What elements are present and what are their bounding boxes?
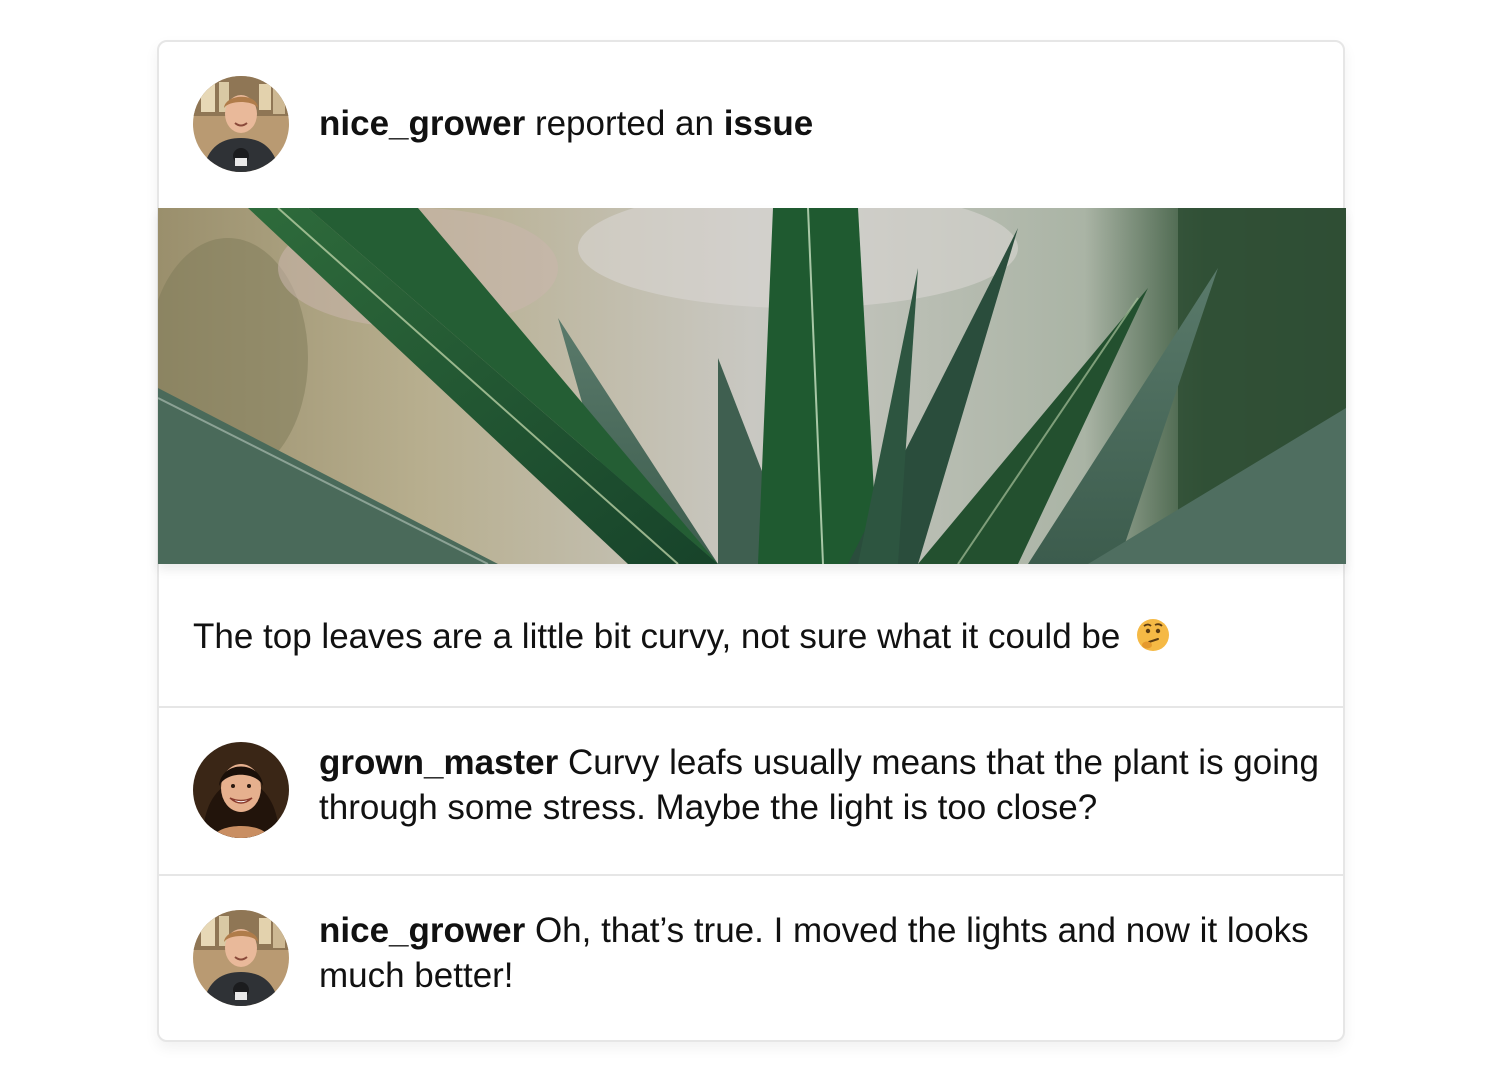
comment-text: grown_master Curvy leafs usually means t…	[319, 740, 1319, 830]
post-object-text[interactable]: issue	[724, 104, 814, 143]
cannabis-leaf-photo	[158, 208, 1346, 564]
comment: nice_grower Oh, that’s true. I moved the…	[159, 876, 1343, 1042]
post-header: nice_grower reported an issue	[159, 42, 1343, 208]
post-author[interactable]: nice_grower	[319, 104, 525, 143]
post-action-text: reported an	[534, 104, 714, 143]
thinking-face-icon	[1137, 619, 1170, 651]
comment-author[interactable]: nice_grower	[319, 911, 525, 950]
avatar[interactable]	[193, 742, 289, 838]
post-body-text: The top leaves are a little bit curvy, n…	[193, 617, 1121, 656]
post-photo[interactable]	[158, 208, 1346, 564]
post-headline: nice_grower reported an issue	[319, 102, 813, 146]
comment: grown_master Curvy leafs usually means t…	[159, 708, 1343, 874]
comment-text: nice_grower Oh, that’s true. I moved the…	[319, 908, 1319, 998]
avatar-nice-grower-image	[193, 910, 289, 1006]
avatar-nice-grower-image	[193, 76, 289, 172]
issue-card: nice_grower reported an issue The top le…	[157, 40, 1346, 1042]
avatar-grown-master-image	[193, 742, 289, 838]
avatar[interactable]	[193, 910, 289, 1006]
avatar[interactable]	[193, 76, 289, 172]
comment-author[interactable]: grown_master	[319, 743, 558, 782]
post-body: The top leaves are a little bit curvy, n…	[193, 615, 1170, 659]
